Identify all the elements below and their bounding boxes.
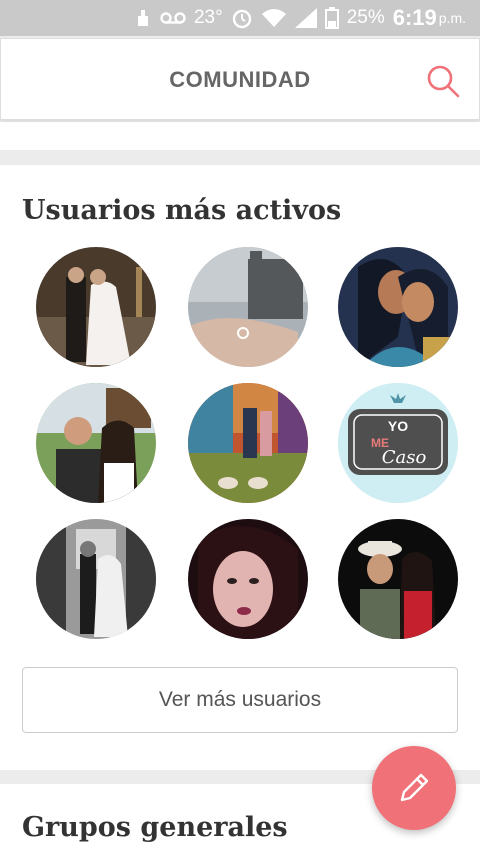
compose-button[interactable] [372,746,456,830]
temperature-text: 23° [193,7,223,28]
app-header: COMUNIDAD [0,38,480,120]
alarm-icon [231,7,253,29]
battery-percent: 25% [346,7,385,28]
user-avatar[interactable] [338,247,458,367]
wifi-icon [261,8,287,28]
clock-time: 6:19 [392,5,437,30]
user-avatar[interactable] [36,247,156,367]
yo-me-caso-avatar[interactable]: YO ME Caso [338,383,458,503]
voicemail-icon [160,11,186,25]
general-groups-heading: Grupos generales [22,812,288,843]
user-avatar[interactable] [338,519,458,639]
user-avatar[interactable] [188,247,308,367]
user-avatar[interactable] [188,519,308,639]
user-avatar[interactable] [188,383,308,503]
clock: 6:19 p.m. [393,5,466,31]
active-users-card: Usuarios más activos YO ME Caso Ver más … [0,165,480,770]
sign-text-yo: YO [388,418,408,434]
user-avatar[interactable] [36,383,156,503]
top-spacer [0,122,480,150]
pencil-icon [400,773,429,802]
user-avatar[interactable] [36,519,156,639]
sign-text-caso: Caso [382,447,427,468]
search-icon [427,65,460,98]
signal-icon [294,8,317,28]
see-more-users-button[interactable]: Ver más usuarios [22,667,458,733]
page-title: COMUNIDAD [169,67,311,92]
active-users-heading: Usuarios más activos [22,195,342,226]
battery-icon [324,7,339,29]
clock-ampm: p.m. [438,10,466,26]
status-bar: 23° 25% 6:19 p.m. [0,0,480,36]
search-button[interactable] [425,63,461,99]
notification-icon [134,8,152,28]
